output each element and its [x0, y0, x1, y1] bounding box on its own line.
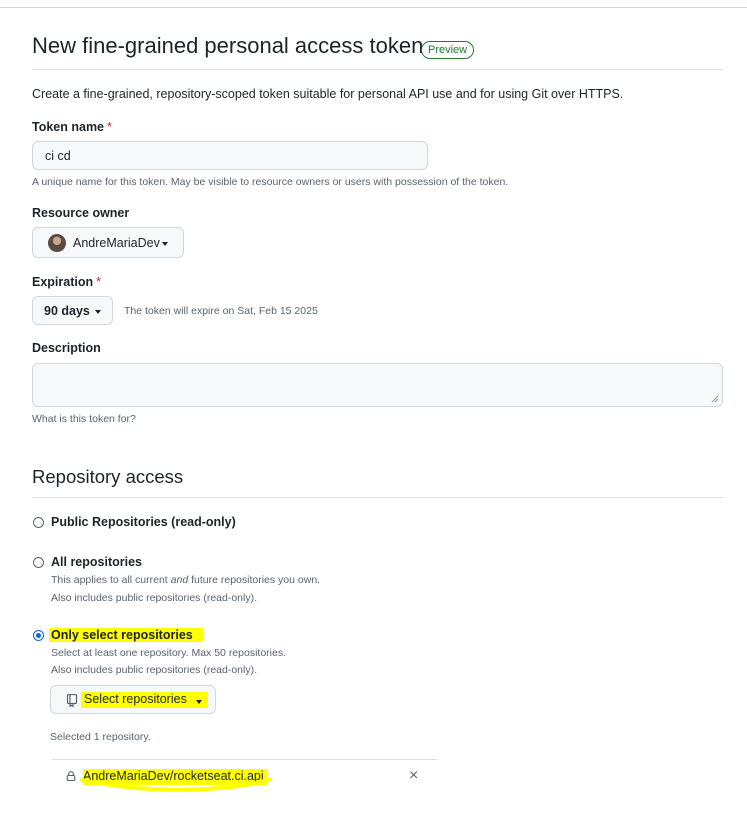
select-repositories-label: Select repositories [84, 692, 187, 706]
description-note: What is this token for? [32, 413, 136, 425]
chevron-down-icon [162, 242, 168, 246]
option-all-desc-1: This applies to all current and future r… [51, 574, 321, 586]
chevron-down-icon [196, 700, 202, 704]
description-textarea[interactable] [32, 363, 723, 407]
option-all-label[interactable]: All repositories [51, 555, 142, 569]
resize-handle-icon[interactable] [711, 395, 719, 403]
required-asterisk: * [96, 275, 101, 289]
title-divider [32, 69, 723, 70]
highlight-swoosh [80, 778, 272, 792]
resource-owner-value: AndreMariaDev [73, 236, 160, 250]
option-only-select-desc-2: Also includes public repositories (read-… [51, 664, 258, 676]
expiration-note: The token will expire on Sat, Feb 15 202… [124, 305, 318, 317]
page-title: New fine-grained personal access token [32, 33, 424, 58]
repository-access-title: Repository access [32, 466, 184, 487]
required-asterisk: * [107, 120, 112, 134]
avatar [48, 234, 66, 252]
chevron-down-icon [95, 310, 101, 314]
repo-icon [66, 694, 78, 707]
preview-badge: Preview [421, 41, 475, 59]
expiration-value: 90 days [44, 304, 90, 318]
token-name-value: ci cd [45, 149, 71, 163]
radio-only-select-repositories[interactable] [33, 630, 44, 641]
option-all-desc-2: Also includes public repositories (read-… [51, 592, 258, 604]
expiration-dropdown[interactable]: 90 days [32, 296, 113, 325]
radio-public-repositories[interactable] [33, 517, 44, 528]
option-public-label[interactable]: Public Repositories (read-only) [51, 515, 236, 529]
token-name-input[interactable]: ci cd [32, 141, 428, 170]
section-divider [32, 497, 723, 498]
page-subtitle: Create a fine-grained, repository-scoped… [32, 87, 624, 101]
selected-count: Selected 1 repository. [50, 731, 151, 743]
close-icon[interactable]: × [409, 767, 418, 785]
top-border [0, 7, 747, 8]
option-only-select-desc-1: Select at least one repository. Max 50 r… [51, 647, 287, 659]
description-label: Description [32, 341, 101, 355]
resource-owner-dropdown[interactable]: AndreMariaDev [32, 227, 184, 258]
lock-icon [66, 771, 76, 781]
radio-all-repositories[interactable] [33, 557, 44, 568]
token-name-label: Token name * [32, 120, 112, 134]
expiration-label: Expiration * [32, 275, 101, 289]
resource-owner-label: Resource owner [32, 206, 130, 220]
select-repositories-button[interactable]: Select repositories [50, 685, 216, 714]
token-name-note: A unique name for this token. May be vis… [32, 176, 509, 188]
option-only-select-label[interactable]: Only select repositories [49, 628, 203, 642]
